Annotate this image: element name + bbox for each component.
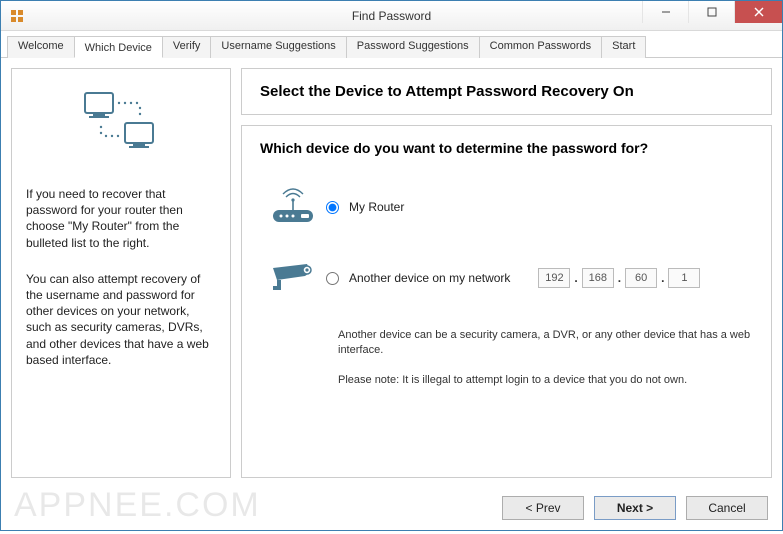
ip-octet-1[interactable]: 192 bbox=[538, 268, 570, 288]
maximize-button[interactable] bbox=[688, 1, 734, 23]
app-icon bbox=[9, 8, 25, 24]
close-button[interactable] bbox=[734, 1, 782, 23]
title-bar: Find Password bbox=[1, 1, 782, 31]
window-controls bbox=[642, 1, 782, 23]
tab-verify[interactable]: Verify bbox=[162, 36, 212, 58]
tab-welcome[interactable]: Welcome bbox=[7, 36, 75, 58]
tab-which-device[interactable]: Which Device bbox=[74, 36, 163, 58]
main-heading: Select the Device to Attempt Password Re… bbox=[241, 68, 772, 115]
left-paragraph-1: If you need to recover that password for… bbox=[26, 186, 216, 251]
ip-octet-3[interactable]: 60 bbox=[625, 268, 657, 288]
cancel-button[interactable]: Cancel bbox=[686, 496, 768, 520]
left-info-panel: If you need to recover that password for… bbox=[11, 68, 231, 478]
prev-button[interactable]: < Prev bbox=[502, 496, 584, 520]
minimize-button[interactable] bbox=[642, 1, 688, 23]
ip-dot: . bbox=[661, 271, 664, 285]
label-my-router: My Router bbox=[349, 200, 404, 214]
option-my-router[interactable]: My Router bbox=[260, 186, 753, 228]
wizard-footer: < Prev Next > Cancel bbox=[1, 488, 782, 534]
notes: Another device can be a security camera,… bbox=[338, 328, 753, 388]
sub-heading: Which device do you want to determine th… bbox=[260, 140, 753, 156]
router-icon bbox=[260, 186, 326, 228]
camera-icon bbox=[260, 258, 326, 298]
tab-strip: Welcome Which Device Verify Username Sug… bbox=[1, 31, 782, 58]
ip-address-input: 192 . 168 . 60 . 1 bbox=[538, 268, 700, 288]
main-body: Which device do you want to determine th… bbox=[241, 125, 772, 478]
next-button[interactable]: Next > bbox=[594, 496, 676, 520]
tab-start[interactable]: Start bbox=[601, 36, 646, 58]
radio-other-device[interactable] bbox=[326, 272, 339, 285]
ip-octet-4[interactable]: 1 bbox=[668, 268, 700, 288]
tab-password-suggestions[interactable]: Password Suggestions bbox=[346, 36, 480, 58]
note-1: Another device can be a security camera,… bbox=[338, 328, 753, 359]
label-other-device: Another device on my network bbox=[349, 271, 510, 285]
note-2: Please note: It is illegal to attempt lo… bbox=[338, 373, 753, 388]
ip-octet-2[interactable]: 168 bbox=[582, 268, 614, 288]
radio-my-router[interactable] bbox=[326, 201, 339, 214]
left-paragraph-2: You can also attempt recovery of the use… bbox=[26, 271, 216, 368]
option-other-device[interactable]: Another device on my network 192 . 168 .… bbox=[260, 258, 753, 298]
ip-dot: . bbox=[618, 271, 621, 285]
tab-username-suggestions[interactable]: Username Suggestions bbox=[210, 36, 346, 58]
tab-common-passwords[interactable]: Common Passwords bbox=[479, 36, 602, 58]
ip-dot: . bbox=[574, 271, 577, 285]
network-diagram-icon bbox=[79, 89, 163, 162]
